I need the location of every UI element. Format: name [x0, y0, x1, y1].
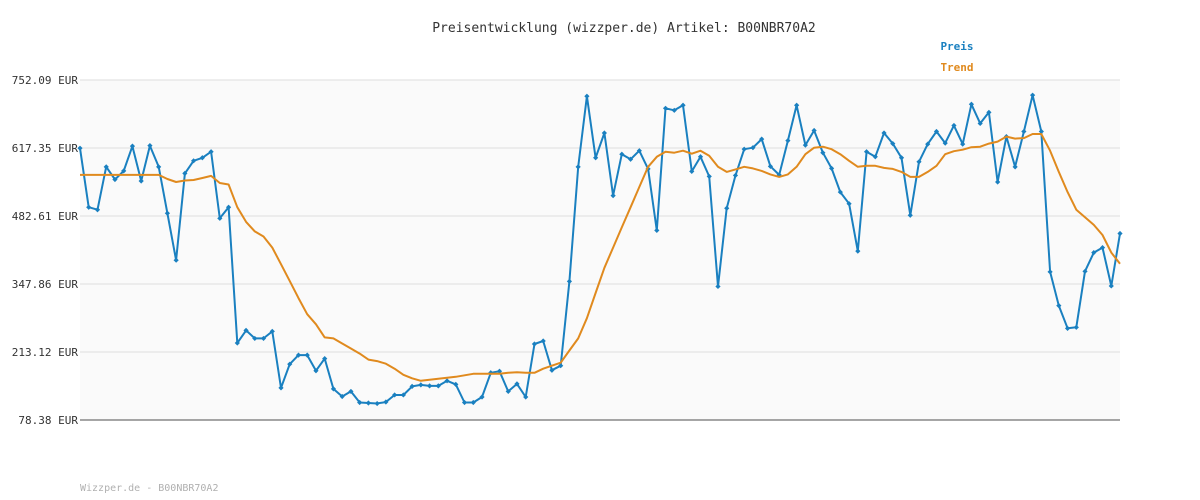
plot-area	[80, 80, 1120, 420]
legend-entry-preis: Preis	[940, 40, 973, 53]
y-tick-label: 347.86 EUR	[12, 278, 79, 291]
price-chart: Preisentwicklung (wizzper.de) Artikel: B…	[12, 21, 1123, 494]
legend-entry-trend: Trend	[940, 61, 973, 74]
grid	[80, 79, 1120, 421]
y-tick-label: 213.12 EUR	[12, 346, 79, 359]
y-tick-label: 482.61 EUR	[12, 210, 79, 223]
footer-text: Wizzper.de - B00NBR70A2	[80, 483, 218, 494]
chart-title: Preisentwicklung (wizzper.de) Artikel: B…	[432, 21, 816, 36]
y-tick-label: 78.38 EUR	[18, 414, 78, 427]
y-tick-label: 617.35 EUR	[12, 142, 79, 155]
legend: Preis Trend	[940, 40, 973, 74]
y-tick-label: 752.09 EUR	[12, 74, 79, 87]
y-axis: 752.09 EUR 617.35 EUR 482.61 EUR 347.86 EUR…	[12, 74, 79, 427]
